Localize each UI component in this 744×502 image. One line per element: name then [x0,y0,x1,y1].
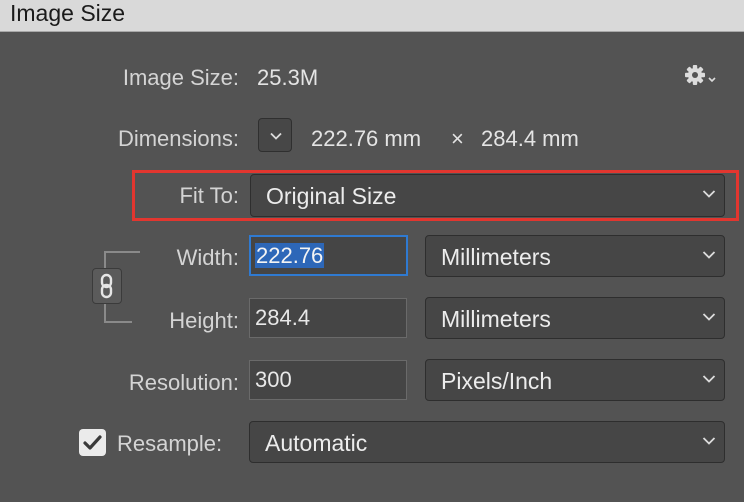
chevron-down-icon [270,132,282,140]
settings-menu-button[interactable] [684,64,718,90]
resolution-unit-select[interactable]: Pixels/Inch [425,359,725,401]
dimensions-width-value: 222.76 mm [311,126,422,151]
resolution-input[interactable]: 300 [249,360,407,400]
window-title: Image Size [10,0,126,26]
width-unit-value: Millimeters [441,244,551,270]
chevron-down-icon [702,190,716,198]
resample-label: Resample: [117,431,223,456]
image-size-value: 25.3M [257,65,319,90]
title-bar: Image Size [0,0,744,32]
dimensions-height-value: 284.4 mm [481,126,579,151]
fit-to-select[interactable]: Original Size [250,174,725,217]
link-chain-icon [100,273,113,299]
fit-to-selected-value: Original Size [266,183,397,209]
chevron-down-icon [702,375,716,383]
width-input[interactable]: 222.76 [249,235,408,276]
height-input[interactable]: 284.4 [249,298,407,338]
constrain-bracket-bottom [104,304,132,323]
chevron-down-icon [702,437,716,445]
dimensions-units-menu-button[interactable] [258,118,292,152]
checkmark-icon [83,435,102,450]
width-input-selected-text: 222.76 [255,243,325,268]
height-label: Height: [169,308,239,333]
width-unit-select[interactable]: Millimeters [425,235,725,277]
chevron-down-icon [702,251,716,259]
height-unit-select[interactable]: Millimeters [425,297,725,339]
resample-method-select[interactable]: Automatic [249,421,725,463]
resample-checkbox[interactable] [79,429,106,456]
resolution-unit-value: Pixels/Inch [441,368,553,394]
dimensions-times-sign: × [451,126,464,151]
resample-method-value: Automatic [265,430,368,456]
constrain-proportions-button[interactable] [92,268,122,304]
fit-to-label: Fit To: [179,183,239,208]
height-unit-value: Millimeters [441,306,551,332]
image-size-label: Image Size: [122,65,239,90]
width-label: Width: [176,245,239,270]
gear-icon [685,65,716,85]
resolution-label: Resolution: [128,370,239,395]
chevron-down-icon [702,313,716,321]
dimensions-label: Dimensions: [117,126,239,151]
